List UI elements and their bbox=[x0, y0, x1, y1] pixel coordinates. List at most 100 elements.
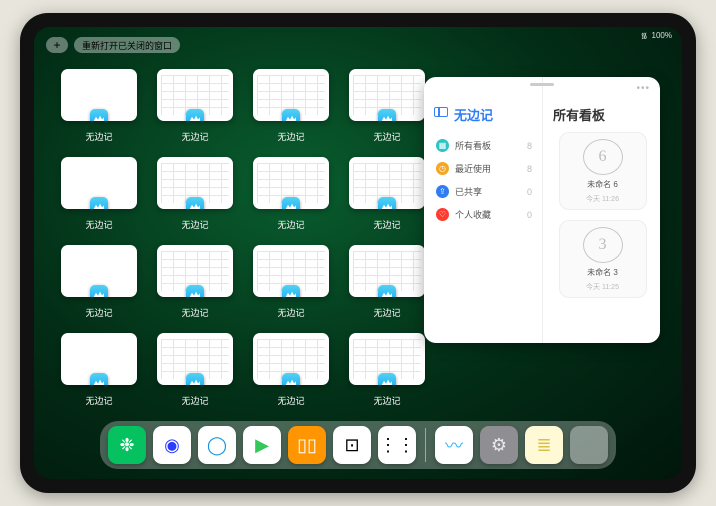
dock-app-quark[interactable]: ◉ bbox=[153, 426, 191, 464]
dock-app-settings[interactable]: ⚙ bbox=[480, 426, 518, 464]
freeform-app-icon bbox=[90, 373, 108, 385]
category-label: 所有看板 bbox=[455, 139, 491, 152]
freeform-app-icon bbox=[186, 109, 204, 121]
freeform-app-icon bbox=[282, 285, 300, 297]
freeform-app-icon bbox=[90, 109, 108, 121]
window-thumbnail[interactable]: 无边记 bbox=[156, 69, 234, 143]
freeform-app-icon bbox=[282, 197, 300, 209]
window-thumbnail[interactable]: 无边记 bbox=[348, 69, 426, 143]
thumbnail-preview bbox=[349, 157, 425, 209]
freeform-panel: ••• 无边记 ▦所有看板8◷最近使用8⇪已共享0♡个人收藏0 所有看板 6未命… bbox=[424, 77, 660, 343]
category-item[interactable]: ⇪已共享0 bbox=[434, 180, 534, 203]
window-thumbnail[interactable]: 无边记 bbox=[252, 69, 330, 143]
dock-app-nodes[interactable]: ⋮⋮ bbox=[378, 426, 416, 464]
board-name: 未命名 6 bbox=[587, 179, 618, 190]
panel-content: 所有看板 6 未命名 6 今天 11:26 3 未命名 3 今天 11:25 bbox=[542, 77, 660, 343]
more-icon[interactable]: ••• bbox=[636, 83, 650, 94]
category-label: 个人收藏 bbox=[455, 208, 491, 221]
window-thumbnail[interactable]: 无边记 bbox=[348, 157, 426, 231]
thumbnail-label: 无边记 bbox=[373, 306, 400, 319]
category-count: 0 bbox=[527, 187, 532, 197]
panel-title-right: 所有看板 bbox=[553, 105, 652, 124]
freeform-app-icon bbox=[378, 109, 396, 121]
category-count: 0 bbox=[527, 210, 532, 220]
thumbnail-label: 无边记 bbox=[181, 218, 208, 231]
category-label: 最近使用 bbox=[455, 162, 491, 175]
thumbnail-preview bbox=[157, 69, 233, 121]
dock-app-wechat[interactable]: ❉ bbox=[108, 426, 146, 464]
thumbnail-label: 无边记 bbox=[85, 218, 112, 231]
thumbnail-label: 无边记 bbox=[373, 130, 400, 143]
category-item[interactable]: ◷ 最近使用 8 bbox=[434, 157, 534, 180]
thumbnail-preview bbox=[61, 157, 137, 209]
freeform-app-icon bbox=[282, 109, 300, 121]
thumbnail-label: 无边记 bbox=[181, 394, 208, 407]
thumbnail-preview bbox=[157, 333, 233, 385]
window-thumbnail[interactable]: 无边记 bbox=[60, 245, 138, 319]
freeform-app-icon bbox=[378, 197, 396, 209]
category-count: 8 bbox=[527, 164, 532, 174]
window-thumbnail[interactable]: 无边记 bbox=[252, 333, 330, 407]
window-thumbnail[interactable]: 无边记 bbox=[60, 157, 138, 231]
thumbnail-preview bbox=[61, 245, 137, 297]
window-thumbnail[interactable]: 无边记 bbox=[60, 333, 138, 407]
window-thumbnail[interactable]: 无边记 bbox=[348, 333, 426, 407]
window-grid: 无边记无边记无边记无边记无边记无边记无边记无边记无边记无边记无边记无边记无边记无… bbox=[60, 69, 426, 407]
thumbnail-label: 无边记 bbox=[181, 306, 208, 319]
thumbnail-label: 无边记 bbox=[373, 394, 400, 407]
dock-app-qqbrowser[interactable]: ◯ bbox=[198, 426, 236, 464]
thumbnail-label: 无边记 bbox=[277, 130, 304, 143]
freeform-app-icon bbox=[282, 373, 300, 385]
new-window-button[interactable]: + bbox=[46, 37, 68, 53]
board-name: 未命名 3 bbox=[587, 267, 618, 278]
thumbnail-preview bbox=[61, 69, 137, 121]
app-library-icon[interactable] bbox=[570, 426, 608, 464]
category-item[interactable]: ▦所有看板8 bbox=[434, 134, 534, 157]
thumbnail-label: 无边记 bbox=[85, 306, 112, 319]
freeform-app-icon bbox=[378, 373, 396, 385]
thumbnail-preview bbox=[253, 333, 329, 385]
dock-recent: 〰⚙≣ bbox=[435, 426, 563, 464]
dock-app-dice[interactable]: ⊡ bbox=[333, 426, 371, 464]
board-time: 今天 11:26 bbox=[586, 194, 619, 204]
dock-app-freeform[interactable]: 〰 bbox=[435, 426, 473, 464]
freeform-app-icon bbox=[186, 197, 204, 209]
window-thumbnail[interactable]: 无边记 bbox=[156, 245, 234, 319]
thumbnail-label: 无边记 bbox=[373, 218, 400, 231]
reopen-closed-window-button[interactable]: 重新打开已关闭的窗口 bbox=[74, 37, 180, 53]
category-icon: ♡ bbox=[436, 208, 449, 221]
dock-app-books[interactable]: ▯▯ bbox=[288, 426, 326, 464]
window-thumbnail[interactable]: 无边记 bbox=[252, 245, 330, 319]
thumbnail-preview bbox=[157, 245, 233, 297]
window-thumbnail[interactable]: 无边记 bbox=[252, 157, 330, 231]
dock-app-notes[interactable]: ≣ bbox=[525, 426, 563, 464]
thumbnail-label: 无边记 bbox=[181, 130, 208, 143]
thumbnail-preview bbox=[349, 333, 425, 385]
thumbnail-preview bbox=[349, 245, 425, 297]
ipad-screen: ᯾ 100% + 重新打开已关闭的窗口 无边记无边记无边记无边记无边记无边记无边… bbox=[34, 27, 682, 479]
wifi-icon: ᯾ bbox=[641, 30, 648, 41]
category-label: 已共享 bbox=[455, 185, 482, 198]
thumbnail-preview bbox=[157, 157, 233, 209]
window-thumbnail[interactable]: 无边记 bbox=[348, 245, 426, 319]
ipad-frame: ᯾ 100% + 重新打开已关闭的窗口 无边记无边记无边记无边记无边记无边记无边… bbox=[20, 13, 696, 493]
board-thumbnail: 3 bbox=[583, 227, 623, 263]
board-card[interactable]: 6 未命名 6 今天 11:26 bbox=[559, 132, 647, 210]
window-thumbnail[interactable]: 无边记 bbox=[60, 69, 138, 143]
dock-separator bbox=[425, 428, 426, 462]
board-time: 今天 11:25 bbox=[586, 282, 619, 292]
category-item[interactable]: ♡ 个人收藏 0 bbox=[434, 203, 534, 226]
thumbnail-label: 无边记 bbox=[277, 218, 304, 231]
category-count: 8 bbox=[527, 141, 532, 151]
board-list: 6 未命名 6 今天 11:26 3 未命名 3 今天 11:25 bbox=[553, 132, 652, 298]
thumbnail-preview bbox=[253, 245, 329, 297]
dock-apps: ❉◉◯▶▯▯⊡⋮⋮ bbox=[108, 426, 416, 464]
board-thumbnail: 6 bbox=[583, 139, 623, 175]
board-card[interactable]: 3 未命名 3 今天 11:25 bbox=[559, 220, 647, 298]
window-thumbnail[interactable]: 无边记 bbox=[156, 333, 234, 407]
category-icon: ◷ bbox=[436, 162, 449, 175]
sidebar-toggle-icon[interactable] bbox=[434, 107, 448, 117]
dock-app-play[interactable]: ▶ bbox=[243, 426, 281, 464]
window-thumbnail[interactable]: 无边记 bbox=[156, 157, 234, 231]
thumbnail-preview bbox=[253, 157, 329, 209]
